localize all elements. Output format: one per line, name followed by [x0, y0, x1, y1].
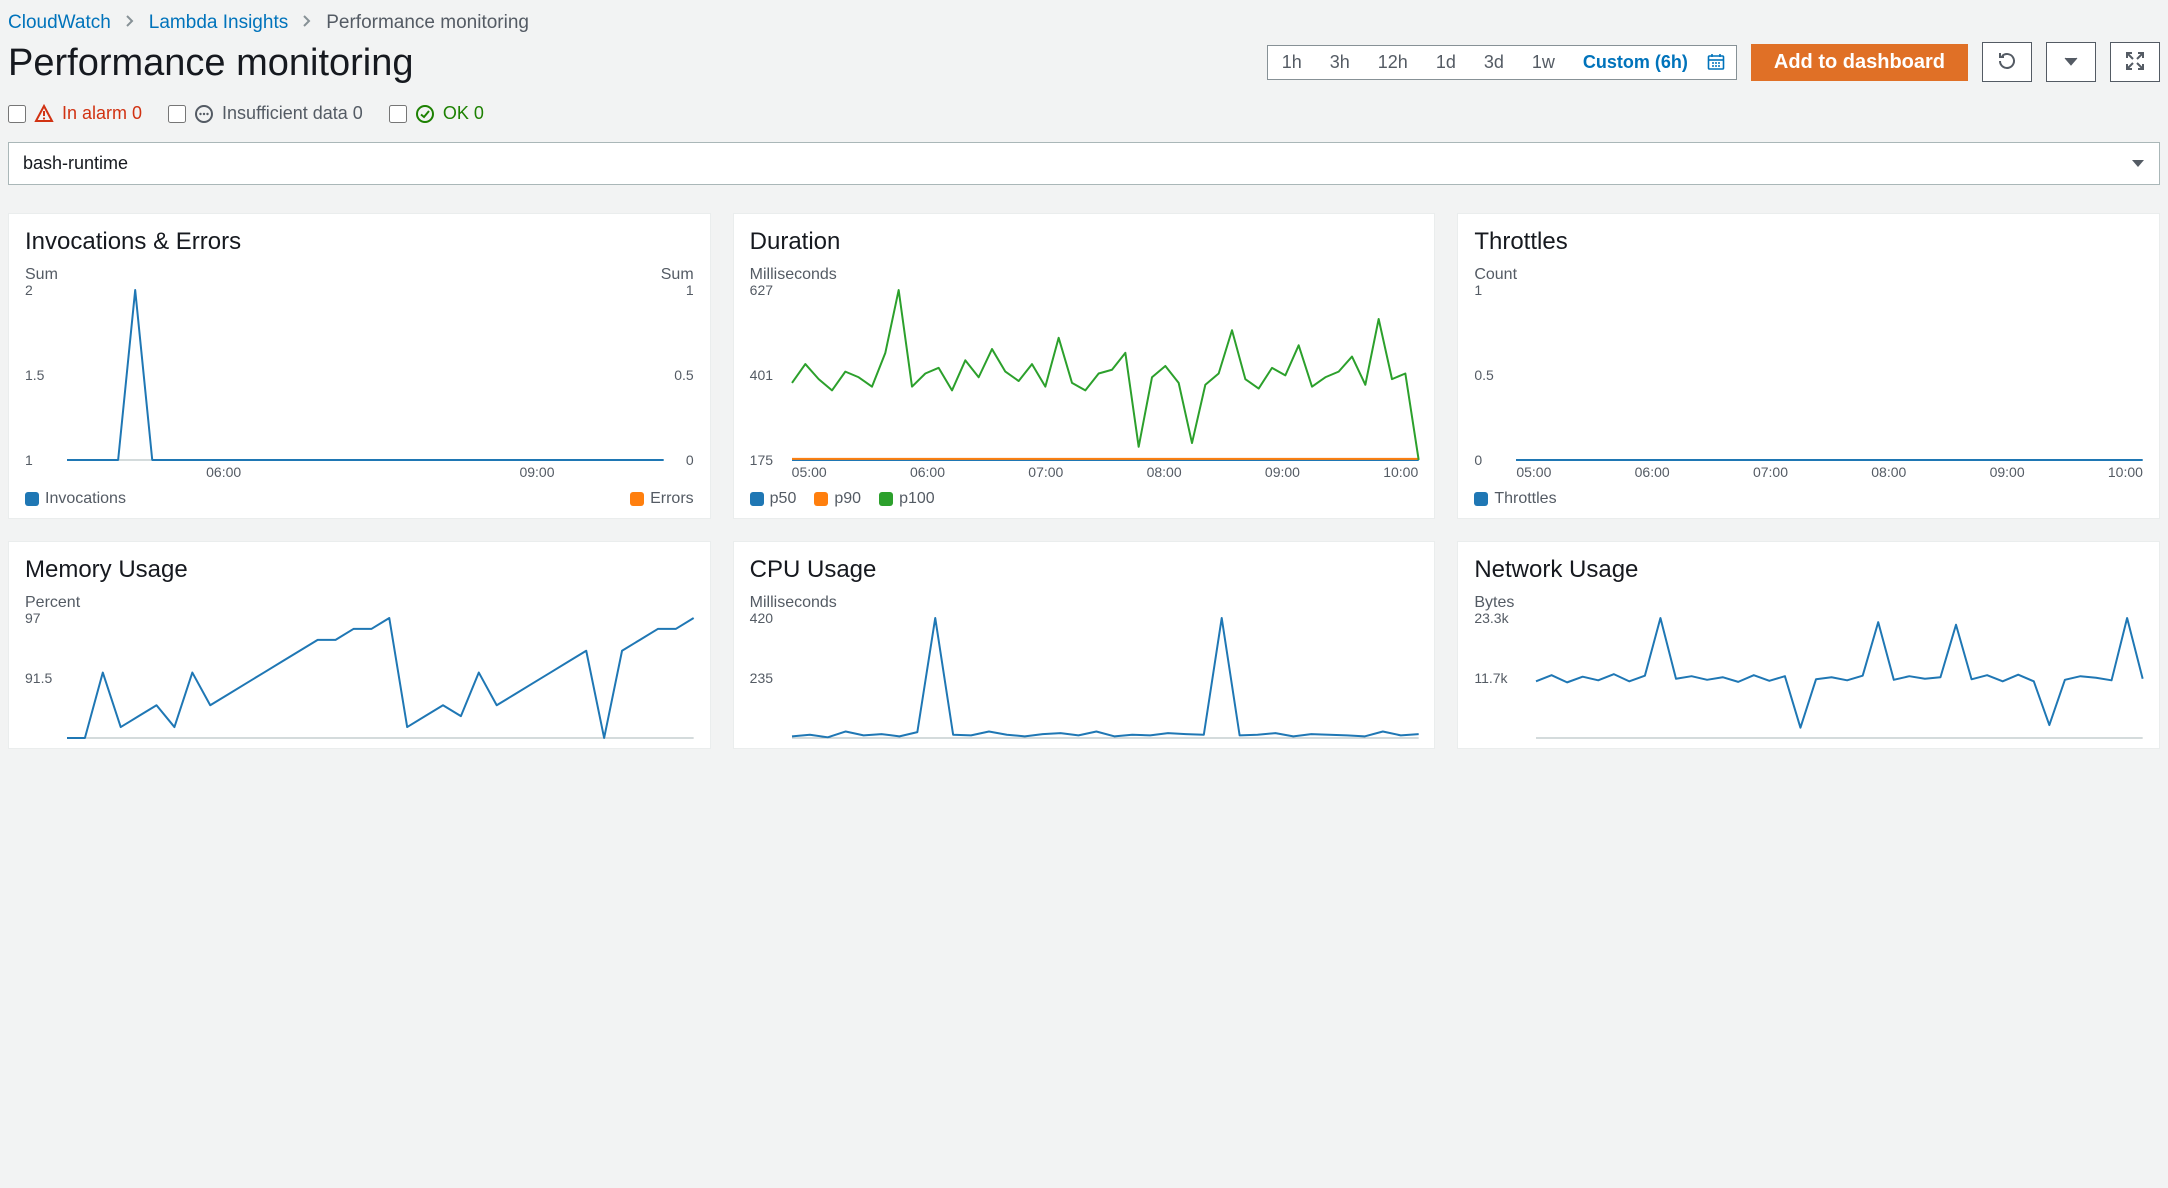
chart-title: Throttles: [1474, 228, 2143, 256]
chart-canvas: [1516, 290, 2143, 460]
breadcrumb: CloudWatch Lambda Insights Performance m…: [8, 8, 2160, 40]
add-to-dashboard-button[interactable]: Add to dashboard: [1751, 44, 1968, 81]
time-range-3h[interactable]: 3h: [1316, 46, 1364, 79]
chart-canvas: [792, 290, 1419, 460]
caret-down-icon: [2064, 55, 2078, 70]
chart-canvas: [1536, 618, 2143, 738]
breadcrumb-current: Performance monitoring: [326, 12, 529, 34]
caret-down-icon: [2131, 153, 2145, 174]
swatch-icon: [879, 492, 893, 506]
page-title: Performance monitoring: [8, 42, 414, 85]
swatch-icon: [25, 492, 39, 506]
insufficient-data-icon: [194, 104, 214, 124]
chart-canvas: [67, 618, 694, 738]
time-range-3d[interactable]: 3d: [1470, 46, 1518, 79]
ok-check-icon: [415, 104, 435, 124]
time-range-1h[interactable]: 1h: [1268, 46, 1316, 79]
chart-title: Memory Usage: [25, 556, 694, 584]
chart-duration[interactable]: Duration Milliseconds 627 401 175 05:00 …: [733, 213, 1436, 519]
filter-ok[interactable]: OK 0: [389, 103, 484, 124]
alarm-triangle-icon: [34, 104, 54, 124]
calendar-icon[interactable]: [1696, 46, 1736, 79]
filter-insufficient[interactable]: Insufficient data 0: [168, 103, 363, 124]
filter-in-alarm-checkbox[interactable]: [8, 105, 26, 123]
refresh-icon: [1996, 50, 2018, 75]
swatch-icon: [750, 492, 764, 506]
refresh-options-button[interactable]: [2046, 42, 2096, 82]
filter-in-alarm[interactable]: In alarm 0: [8, 103, 142, 124]
chart-canvas: [792, 618, 1419, 738]
alarm-filter-bar: In alarm 0 Insufficient data 0 OK 0: [8, 103, 2160, 124]
expand-icon: [2125, 51, 2145, 74]
chevron-right-icon: [125, 12, 135, 34]
function-select-value: bash-runtime: [23, 153, 128, 174]
chart-network-usage[interactable]: Network Usage Bytes 23.3k 11.7k: [1457, 541, 2160, 749]
fullscreen-button[interactable]: [2110, 42, 2160, 82]
filter-insufficient-label: Insufficient data 0: [222, 103, 363, 124]
chevron-right-icon: [302, 12, 312, 34]
time-range-custom[interactable]: Custom (6h): [1569, 46, 1696, 79]
breadcrumb-mid[interactable]: Lambda Insights: [149, 12, 288, 34]
filter-insufficient-checkbox[interactable]: [168, 105, 186, 123]
chart-title: CPU Usage: [750, 556, 1419, 584]
time-range-1d[interactable]: 1d: [1422, 46, 1470, 79]
chart-invocations-errors[interactable]: Invocations & Errors Sum Sum 2 1.5 1 1 0…: [8, 213, 711, 519]
chart-throttles[interactable]: Throttles Count 1 0.5 0 05:00 06:00 07:0…: [1457, 213, 2160, 519]
refresh-button[interactable]: [1982, 42, 2032, 82]
swatch-icon: [1474, 492, 1488, 506]
swatch-icon: [630, 492, 644, 506]
function-select[interactable]: bash-runtime: [8, 142, 2160, 185]
filter-ok-checkbox[interactable]: [389, 105, 407, 123]
chart-memory-usage[interactable]: Memory Usage Percent 97 91.5: [8, 541, 711, 749]
swatch-icon: [814, 492, 828, 506]
time-range-12h[interactable]: 12h: [1364, 46, 1422, 79]
filter-ok-label: OK 0: [443, 103, 484, 124]
chart-title: Duration: [750, 228, 1419, 256]
chart-cpu-usage[interactable]: CPU Usage Milliseconds 420 235: [733, 541, 1436, 749]
filter-in-alarm-label: In alarm 0: [62, 103, 142, 124]
breadcrumb-root[interactable]: CloudWatch: [8, 12, 111, 34]
time-range-1w[interactable]: 1w: [1518, 46, 1569, 79]
chart-title: Invocations & Errors: [25, 228, 694, 256]
chart-canvas: [67, 290, 664, 460]
chart-title: Network Usage: [1474, 556, 2143, 584]
time-range-picker: 1h 3h 12h 1d 3d 1w Custom (6h): [1267, 45, 1737, 80]
